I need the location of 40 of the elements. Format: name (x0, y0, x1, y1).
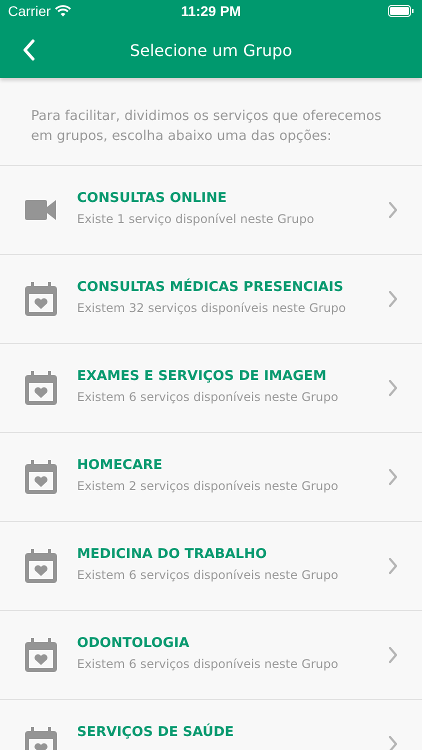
group-item[interactable]: CONSULTAS MÉDICAS PRESENCIAIS Existem 32 serviços disponíveis neste Grupo (0, 255, 422, 344)
group-title: SERVIÇOS DE SAÚDE (77, 724, 235, 740)
chevron-icon (388, 468, 398, 486)
back-icon[interactable] (22, 39, 36, 61)
chevron-icon (388, 557, 398, 575)
group-description: Existe 1 serviço disponível neste Grupo (77, 212, 316, 226)
wifi-icon (54, 5, 71, 17)
group-description: Existem 32 serviços disponíveis neste Grupo (77, 301, 347, 315)
calendar-heart-icon (25, 549, 57, 583)
calendar-heart-icon (25, 371, 57, 405)
chevron-icon (388, 646, 398, 664)
group-title: EXAMES E SERVIÇOS DE IMAGEM (77, 368, 328, 384)
group-title: HOMECARE (77, 457, 164, 473)
page-title: Selecione um Grupo (128, 40, 294, 60)
chevron-icon (388, 379, 398, 397)
group-item[interactable]: EXAMES E SERVIÇOS DE IMAGEM Existem 6 serviços disponíveis neste Grupo (0, 344, 422, 433)
battery-icon (388, 5, 414, 17)
chevron-icon (388, 201, 398, 219)
video-camera-icon (25, 199, 57, 221)
group-item[interactable]: CONSULTAS ONLINE Existe 1 serviço disponível neste Grupo (0, 166, 422, 255)
status-time: 11:29 PM (180, 3, 242, 19)
group-title: MEDICINA DO TRABALHO (77, 546, 268, 562)
calendar-heart-icon (25, 460, 57, 494)
group-item[interactable]: SERVIÇOS DE SAÚDE (0, 700, 422, 750)
group-description: Existem 6 serviços disponíveis neste Grupo (77, 568, 340, 582)
chevron-icon (388, 290, 398, 308)
intro-text: Para facilitar, dividimos os serviços que oferecemos em grupos, escolha abaixo uma das opções: (0, 78, 422, 166)
group-description: Existem 2 serviços disponíveis neste Grupo (77, 479, 340, 493)
group-title: ODONTOLOGIA (77, 635, 190, 651)
group-description: Existem 6 serviços disponíveis neste Grupo (77, 657, 340, 671)
carrier-label: Carrier (8, 3, 51, 19)
chevron-icon (388, 735, 398, 750)
group-description: Existem 6 serviços disponíveis neste Grupo (77, 390, 340, 404)
calendar-heart-icon (25, 638, 57, 672)
group-title: CONSULTAS MÉDICAS PRESENCIAIS (77, 279, 344, 295)
calendar-heart-icon (25, 282, 57, 316)
group-item[interactable]: MEDICINA DO TRABALHO Existem 6 serviços disponíveis neste Grupo (0, 522, 422, 611)
group-item[interactable]: ODONTOLOGIA Existem 6 serviços disponíveis neste Grupo (0, 611, 422, 700)
group-item[interactable]: HOMECARE Existem 2 serviços disponíveis neste Grupo (0, 433, 422, 522)
group-title: CONSULTAS ONLINE (77, 190, 228, 206)
